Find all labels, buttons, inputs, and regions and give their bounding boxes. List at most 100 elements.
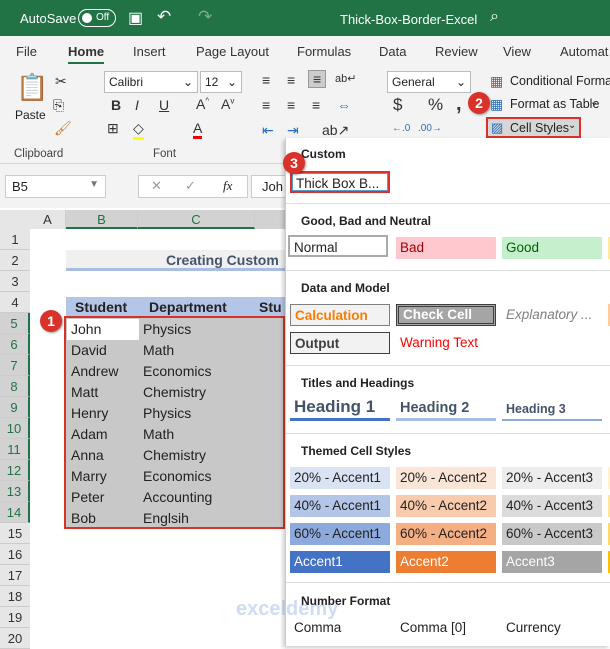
conditional-formatting-icon[interactable]: ▦	[490, 73, 503, 90]
select-all-button[interactable]	[0, 210, 30, 229]
style-themed[interactable]: 20% - Accent2	[396, 467, 496, 489]
row-header[interactable]: 8	[0, 376, 30, 397]
comma-icon[interactable]: ,	[456, 93, 462, 116]
cell-department[interactable]: Math	[140, 424, 174, 445]
style-themed[interactable]: 60% - Accent2	[396, 523, 496, 545]
style-check-cell[interactable]: Check Cell	[396, 304, 496, 326]
conditional-formatting-button[interactable]: Conditional Formatting	[510, 74, 610, 88]
style-currency[interactable]: Currency	[502, 617, 602, 639]
style-themed[interactable]: 40% - Accent3	[502, 495, 602, 517]
cell-student[interactable]: Adam	[68, 424, 108, 445]
search-icon[interactable]: ⌕	[490, 8, 499, 26]
row-header[interactable]: 18	[0, 586, 30, 607]
percent-icon[interactable]: %	[428, 95, 443, 115]
italic-icon[interactable]: I	[135, 97, 139, 113]
tab-formulas[interactable]: Formulas	[297, 44, 351, 59]
align-center-icon[interactable]: ≡	[287, 97, 295, 113]
cell-student[interactable]: Andrew	[68, 361, 118, 382]
cell-department[interactable]: Chemistry	[140, 382, 206, 403]
cell-department[interactable]: Math	[140, 340, 174, 361]
cell-department[interactable]: Englsih	[140, 508, 189, 529]
decrease-font-icon[interactable]: Av	[221, 96, 234, 112]
style-bad[interactable]: Bad	[396, 237, 496, 259]
decrease-indent-icon[interactable]: ⇤	[262, 122, 274, 139]
insert-function-icon[interactable]: fx	[223, 178, 232, 194]
name-box[interactable]: B5 ▼	[5, 175, 106, 198]
cancel-icon[interactable]: ✕	[151, 178, 162, 194]
row-header[interactable]: 2	[0, 250, 30, 271]
style-heading-1[interactable]: Heading 1	[290, 397, 390, 421]
style-output[interactable]: Output	[290, 332, 390, 354]
row-header[interactable]: 5	[0, 313, 30, 334]
selected-range[interactable]: John Physics David Math Andrew Economics Matt C…	[64, 316, 285, 529]
tab-file[interactable]: File	[16, 44, 37, 59]
style-themed[interactable]: 40% - Accent1	[290, 495, 390, 517]
row-header[interactable]: 14	[0, 502, 30, 523]
bold-icon[interactable]: B	[111, 97, 121, 113]
column-header-b[interactable]: B	[66, 210, 138, 229]
style-good[interactable]: Good	[502, 237, 602, 259]
autosave-toggle[interactable]: Off	[78, 9, 116, 27]
tab-view[interactable]: View	[503, 44, 531, 59]
row-header[interactable]: 1	[0, 229, 30, 250]
cell-student[interactable]: Marry	[68, 466, 107, 487]
header-department[interactable]: Department	[146, 297, 227, 318]
wrap-text-icon[interactable]: ab↵	[335, 72, 356, 85]
cell-department[interactable]: Accounting	[140, 487, 212, 508]
decrease-decimal-icon[interactable]: .00→	[418, 123, 442, 134]
cell-student[interactable]: Bob	[68, 508, 96, 529]
redo-icon[interactable]: ↷	[198, 7, 212, 27]
row-header[interactable]: 19	[0, 607, 30, 628]
cell-student[interactable]: David	[68, 340, 107, 361]
font-name-select[interactable]: Calibri ⌄	[104, 71, 198, 93]
row-header[interactable]: 7	[0, 355, 30, 376]
cell-student[interactable]: Matt	[68, 382, 98, 403]
row-header[interactable]: 16	[0, 544, 30, 565]
tab-review[interactable]: Review	[435, 44, 478, 59]
align-right-icon[interactable]: ≡	[312, 97, 320, 113]
row-header[interactable]: 3	[0, 271, 30, 292]
style-thick-box-border[interactable]: Thick Box B...	[290, 171, 390, 193]
row-header[interactable]: 15	[0, 523, 30, 544]
style-heading-3[interactable]: Heading 3	[502, 397, 602, 421]
style-themed[interactable]: Accent2	[396, 551, 496, 573]
cell-student[interactable]: Anna	[68, 445, 104, 466]
cell-department[interactable]: Economics	[140, 361, 211, 382]
cell-department[interactable]: Chemistry	[140, 445, 206, 466]
row-header[interactable]: 17	[0, 565, 30, 586]
merge-icon[interactable]: ⇔	[337, 97, 351, 113]
tab-data[interactable]: Data	[379, 44, 406, 59]
increase-decimal-icon[interactable]: ←.0	[392, 123, 410, 134]
style-themed[interactable]: 20% - Accent1	[290, 467, 390, 489]
font-color-icon[interactable]: A	[193, 120, 203, 139]
increase-font-icon[interactable]: A^	[196, 96, 209, 112]
row-header[interactable]: 10	[0, 418, 30, 439]
column-header-d[interactable]	[255, 210, 285, 229]
font-size-select[interactable]: 12 ⌄	[200, 71, 242, 93]
cell-department[interactable]: Physics	[140, 319, 191, 340]
style-themed[interactable]: Accent3	[502, 551, 602, 573]
tab-home[interactable]: Home	[68, 44, 105, 64]
row-header[interactable]: 6	[0, 334, 30, 355]
column-header-a[interactable]: A	[30, 210, 66, 229]
style-themed[interactable]: 60% - Accent3	[502, 523, 602, 545]
undo-icon[interactable]: ↶	[157, 7, 171, 27]
align-left-icon[interactable]: ≡	[262, 97, 270, 113]
header-student[interactable]: Student	[72, 297, 127, 318]
style-comma-0[interactable]: Comma [0]	[396, 617, 496, 639]
paste-icon[interactable]: 📋	[16, 72, 48, 103]
format-as-table-icon[interactable]: ▦	[490, 96, 503, 113]
column-header-c[interactable]: C	[138, 210, 255, 229]
format-as-table-button[interactable]: Format as Table	[510, 97, 599, 111]
cell-student[interactable]: John	[68, 319, 101, 340]
cell-department[interactable]: Economics	[140, 466, 211, 487]
tab-automate[interactable]: Automat	[560, 44, 608, 59]
tab-page-layout[interactable]: Page Layout	[196, 44, 269, 59]
style-themed[interactable]: 40% - Accent2	[396, 495, 496, 517]
row-header[interactable]: 12	[0, 460, 30, 481]
style-normal[interactable]: Normal	[288, 235, 388, 257]
align-bottom-icon[interactable]: ≡	[308, 70, 327, 88]
row-header[interactable]: 11	[0, 439, 30, 460]
number-format-select[interactable]: General ⌄	[387, 71, 471, 93]
paste-label[interactable]: Paste	[15, 108, 46, 122]
